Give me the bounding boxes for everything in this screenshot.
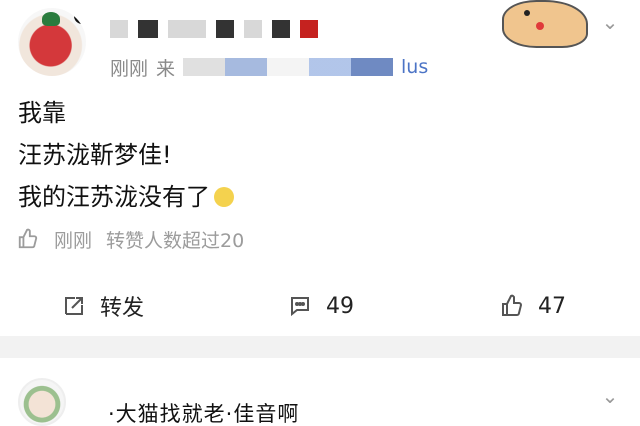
username-blur-block xyxy=(272,20,290,38)
comment-icon xyxy=(286,292,314,320)
post-actions: 转发 49 47 xyxy=(0,288,640,324)
weibo-post-card: 刚刚 来 lus ⌄ 我靠 汪苏泷靳梦佳! 我的汪苏泷没有了 刚刚 转赞人数超过… xyxy=(0,0,640,336)
post-line: 我靠 xyxy=(18,99,66,127)
share-icon xyxy=(60,292,88,320)
username-blur-block xyxy=(216,20,234,38)
username-blur-block xyxy=(110,20,128,38)
post-content: 我靠 汪苏泷靳梦佳! 我的汪苏泷没有了 xyxy=(18,92,378,218)
username-blur-block xyxy=(168,20,206,38)
source-suffix: lus xyxy=(401,56,429,78)
post-time: 刚刚 xyxy=(110,57,149,80)
source-prefix: 来 xyxy=(156,57,176,80)
next-post-header: ·大猫找就老·佳音啊 xyxy=(108,402,300,426)
thumbs-up-icon xyxy=(16,227,40,251)
chevron-down-icon[interactable]: ⌄ xyxy=(598,12,622,32)
sad-face-icon xyxy=(214,187,234,207)
user-avatar[interactable] xyxy=(18,8,86,76)
like-notice-text: 转赞人数超过20 xyxy=(106,229,245,252)
next-post-card: ·大猫找就老·佳音啊 ⌄ xyxy=(0,358,640,426)
post-line-text: 我的汪苏泷没有了 xyxy=(18,183,210,211)
dog-sticker-icon xyxy=(502,0,588,48)
source-blurred xyxy=(183,58,394,76)
comment-button[interactable]: 49 xyxy=(286,288,354,324)
repost-label: 转发 xyxy=(100,296,145,321)
post-meta: 刚刚 来 lus xyxy=(110,54,428,80)
username-blur-block xyxy=(300,20,318,38)
post-line: 汪苏泷靳梦佳! xyxy=(18,141,172,169)
username-blur-block xyxy=(138,20,158,38)
like-notice: 刚刚 转赞人数超过20 xyxy=(16,226,336,252)
comment-count: 49 xyxy=(326,293,354,319)
repost-button[interactable]: 转发 xyxy=(60,288,144,324)
next-user-avatar[interactable] xyxy=(18,378,66,426)
chevron-down-icon[interactable]: ⌄ xyxy=(598,386,622,406)
like-notice-time: 刚刚 xyxy=(54,229,93,252)
feed-separator xyxy=(0,336,640,358)
like-count: 47 xyxy=(538,293,566,319)
post-line: 我的汪苏泷没有了 xyxy=(18,176,378,218)
thumbs-up-icon xyxy=(498,292,526,320)
username-blur-block xyxy=(244,20,262,38)
like-button[interactable]: 47 xyxy=(498,288,566,324)
username-blurred[interactable] xyxy=(110,18,390,40)
